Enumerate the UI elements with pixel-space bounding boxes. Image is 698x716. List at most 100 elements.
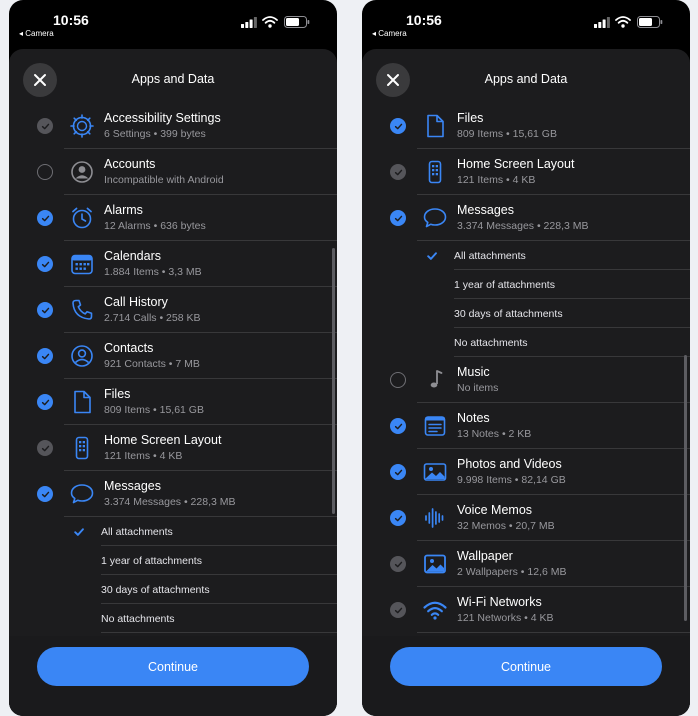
option-label: All attachments (454, 249, 526, 262)
selection-checkbox[interactable] (37, 394, 53, 410)
close-button[interactable] (23, 63, 57, 97)
app-name: Voice Memos (457, 503, 533, 517)
checkmark-icon (394, 469, 402, 475)
app-row-call-history[interactable]: Call History 2.714 Calls • 258 KB (37, 287, 337, 333)
selection-checkbox[interactable] (37, 486, 53, 502)
status-time: 10:56 (406, 12, 442, 28)
selection-checkbox[interactable] (390, 418, 406, 434)
sheet-title: Apps and Data (131, 72, 215, 86)
app-row-home-screen-layout[interactable]: Home Screen Layout 121 Items • 4 KB (390, 149, 690, 195)
back-to-camera-link[interactable]: ◂ Camera (19, 29, 54, 38)
attachment-option-30-days-of-attachments[interactable]: 30 days of attachments (37, 575, 337, 604)
app-name: Alarms (104, 203, 143, 217)
selection-checkbox[interactable] (390, 164, 406, 180)
app-detail: 121 Items • 4 KB (104, 450, 183, 462)
scrollbar[interactable] (332, 248, 335, 514)
attachment-option-1-year-of-attachments[interactable]: 1 year of attachments (37, 546, 337, 575)
app-row-music[interactable]: Music No items (390, 357, 690, 403)
app-text: Home Screen Layout 121 Items • 4 KB (457, 157, 574, 187)
app-detail: 32 Memos • 20,7 MB (457, 520, 555, 532)
battery-icon (284, 16, 310, 28)
selection-checkbox[interactable] (390, 556, 406, 572)
apps-list[interactable]: Accessibility Settings 6 Settings • 399 b… (37, 103, 337, 643)
back-to-camera-link[interactable]: ◂ Camera (372, 29, 407, 38)
app-text: Wi-Fi Networks 121 Networks • 4 KB (457, 595, 553, 625)
app-detail: No items (457, 382, 499, 394)
selection-checkbox[interactable] (390, 372, 406, 388)
selection-checkbox[interactable] (390, 464, 406, 480)
app-row-photos-and-videos[interactable]: Photos and Videos 9.998 Items • 82,14 GB (390, 449, 690, 495)
selection-checkbox[interactable] (37, 302, 53, 318)
app-detail: 121 Networks • 4 KB (457, 612, 554, 624)
cellular-signal-icon (594, 17, 610, 28)
attachment-option-no-attachments[interactable]: No attachments (390, 328, 690, 357)
selection-checkbox[interactable] (37, 164, 53, 180)
app-row-messages[interactable]: Messages 3.374 Messages • 228,3 MB (390, 195, 690, 241)
attachment-option-30-days-of-attachments[interactable]: 30 days of attachments (390, 299, 690, 328)
checkmark-icon (394, 123, 402, 129)
apps-list[interactable]: Files 809 Items • 15,61 GB Home Screen Lay… (390, 103, 690, 643)
calendar-icon (68, 250, 96, 278)
selection-checkbox[interactable] (390, 510, 406, 526)
app-detail: 13 Notes • 2 KB (457, 428, 532, 440)
app-detail: 6 Settings • 399 bytes (104, 128, 206, 140)
selection-checkbox[interactable] (37, 256, 53, 272)
waveform-icon (421, 504, 449, 532)
app-text: Home Screen Layout 121 Items • 4 KB (104, 433, 221, 463)
continue-button[interactable]: Continue (37, 647, 309, 686)
app-name: Home Screen Layout (457, 157, 575, 171)
selection-checkbox[interactable] (37, 210, 53, 226)
app-row-alarms[interactable]: Alarms 12 Alarms • 636 bytes (37, 195, 337, 241)
message-bubble-icon (68, 480, 96, 508)
photo-icon (421, 458, 449, 486)
app-row-files[interactable]: Files 809 Items • 15,61 GB (37, 379, 337, 425)
selection-checkbox[interactable] (37, 118, 53, 134)
app-row-calendars[interactable]: Calendars 1.884 Items • 3,3 MB (37, 241, 337, 287)
app-detail: Incompatible with Android (104, 174, 224, 186)
app-detail: 809 Items • 15,61 GB (457, 128, 557, 140)
checkmark-icon (41, 399, 49, 405)
app-row-accounts[interactable]: Accounts Incompatible with Android (37, 149, 337, 195)
app-row-accessibility-settings[interactable]: Accessibility Settings 6 Settings • 399 b… (37, 103, 337, 149)
app-row-home-screen-layout[interactable]: Home Screen Layout 121 Items • 4 KB (37, 425, 337, 471)
person-circle-icon (68, 158, 96, 186)
app-row-notes[interactable]: Notes 13 Notes • 2 KB (390, 403, 690, 449)
scrollbar[interactable] (684, 355, 687, 621)
checkmark-icon (427, 251, 437, 260)
app-row-voice-memos[interactable]: Voice Memos 32 Memos • 20,7 MB (390, 495, 690, 541)
selection-checkbox[interactable] (390, 118, 406, 134)
app-row-files[interactable]: Files 809 Items • 15,61 GB (390, 103, 690, 149)
attachment-option-all-attachments[interactable]: All attachments (37, 517, 337, 546)
app-text: Call History 2.714 Calls • 258 KB (104, 295, 200, 325)
option-label: 1 year of attachments (101, 554, 202, 567)
phone-screen-right: 10:56 ◂ Camera Apps and Data Files 809 It… (362, 0, 690, 716)
phone-screen-left: 10:56 ◂ Camera Apps and Data Accessibili… (9, 0, 337, 716)
app-row-wi-fi-networks[interactable]: Wi-Fi Networks 121 Networks • 4 KB (390, 587, 690, 633)
attachment-option-all-attachments[interactable]: All attachments (390, 241, 690, 270)
attachment-option-1-year-of-attachments[interactable]: 1 year of attachments (390, 270, 690, 299)
alarm-clock-icon (68, 204, 96, 232)
app-row-contacts[interactable]: Contacts 921 Contacts • 7 MB (37, 333, 337, 379)
selection-checkbox[interactable] (37, 440, 53, 456)
app-name: Contacts (104, 341, 154, 355)
selection-checkbox[interactable] (390, 210, 406, 226)
app-name: Home Screen Layout (104, 433, 222, 447)
selection-checkbox[interactable] (37, 348, 53, 364)
option-label: No attachments (101, 612, 175, 625)
app-text: Alarms 12 Alarms • 636 bytes (104, 203, 206, 233)
app-text: Accounts Incompatible with Android (104, 157, 224, 187)
app-row-messages[interactable]: Messages 3.374 Messages • 228,3 MB (37, 471, 337, 517)
home-screen-icon (68, 434, 96, 462)
app-row-wallpaper[interactable]: Wallpaper 2 Wallpapers • 12,6 MB (390, 541, 690, 587)
wifi-icon (421, 596, 449, 624)
app-detail: 809 Items • 15,61 GB (104, 404, 204, 416)
continue-button[interactable]: Continue (390, 647, 662, 686)
option-check (424, 250, 440, 262)
selection-checkbox[interactable] (390, 602, 406, 618)
status-time: 10:56 (53, 12, 89, 28)
attachment-option-no-attachments[interactable]: No attachments (37, 604, 337, 633)
app-detail: 3.374 Messages • 228,3 MB (104, 496, 236, 508)
close-button[interactable] (376, 63, 410, 97)
apps-and-data-sheet: Apps and Data Files 809 Items • 15,61 GB H… (362, 49, 690, 716)
app-text: Wallpaper 2 Wallpapers • 12,6 MB (457, 549, 567, 579)
